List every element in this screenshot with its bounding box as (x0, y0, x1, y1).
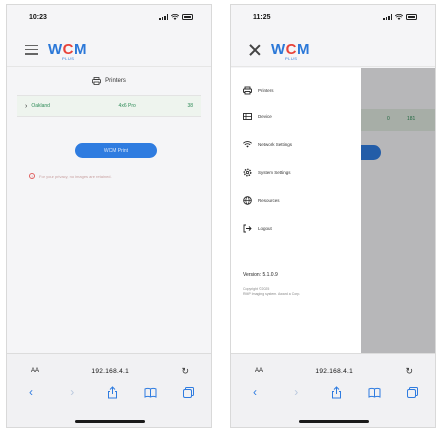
forward-icon[interactable]: › (288, 386, 304, 398)
forward-icon[interactable]: › (64, 386, 80, 398)
close-menu-icon[interactable] (249, 44, 261, 56)
chevron-right-icon: › (25, 102, 28, 110)
wcm-print-button[interactable]: WCM Print (75, 143, 157, 158)
navigation-drawer: Printers Device Network Settings System … (231, 68, 361, 353)
status-icons (159, 14, 193, 20)
tabs-icon[interactable] (406, 386, 419, 399)
gear-icon (243, 168, 252, 177)
tabs-icon[interactable] (182, 386, 195, 399)
reload-icon[interactable]: ↻ (181, 366, 189, 377)
status-time: 11:25 (253, 13, 271, 21)
browser-toolbar: AA 192.168.4.1 ↻ ‹ › (7, 353, 211, 427)
logout-icon (243, 224, 252, 233)
battery-icon (406, 14, 417, 20)
menu-item-printers[interactable]: Printers (243, 86, 274, 95)
text-size-button[interactable]: AA (31, 368, 39, 374)
printer-count: 38 (187, 103, 193, 109)
address-bar[interactable]: AA 192.168.4.1 ↻ (7, 364, 211, 378)
menu-item-system-settings[interactable]: System Settings (243, 168, 291, 177)
app-header: WCM PLUS (7, 33, 211, 67)
share-icon[interactable] (106, 385, 119, 399)
text-size-button[interactable]: AA (255, 368, 263, 374)
back-icon[interactable]: ‹ (247, 386, 263, 398)
menu-item-resources[interactable]: Resources (243, 196, 280, 205)
wifi-icon (243, 141, 252, 148)
wifi-icon (171, 14, 179, 20)
status-bar: 10:23 (7, 5, 211, 29)
app-header: WCM PLUS (231, 33, 435, 67)
copyright-text: Copyright ©2025 RMP Imaging system. Awar… (243, 287, 301, 296)
status-bar: 11:25 (231, 5, 435, 29)
bookmarks-icon[interactable] (144, 386, 157, 399)
cellular-signal-icon (159, 14, 168, 20)
printer-icon (92, 77, 102, 85)
version-label: Version: 5.1.0.9 (243, 272, 278, 278)
battery-icon (182, 14, 193, 20)
printer-list-row[interactable]: › Oakland 4x6 Pro 38 (17, 95, 201, 117)
bookmarks-icon[interactable] (368, 386, 381, 399)
hamburger-menu-icon[interactable] (25, 44, 38, 55)
browser-nav-row: ‹ › (7, 384, 211, 400)
printer-icon (243, 86, 252, 95)
printer-name: Oakland (31, 103, 50, 109)
menu-item-network-settings[interactable]: Network Settings (243, 140, 292, 149)
privacy-notice: ! For your privacy, no images are retain… (29, 173, 201, 179)
menu-item-logout[interactable]: Logout (243, 224, 272, 233)
back-icon[interactable]: ‹ (23, 386, 39, 398)
address-bar[interactable]: AA 192.168.4.1 ↻ (231, 364, 435, 378)
status-time: 10:23 (29, 13, 47, 21)
page-title: Printers (7, 77, 211, 85)
browser-nav-row: ‹ › (231, 384, 435, 400)
share-icon[interactable] (330, 385, 343, 399)
cellular-signal-icon (383, 14, 392, 20)
wifi-icon (395, 14, 403, 20)
browser-toolbar: AA 192.168.4.1 ↻ ‹ › (231, 353, 435, 427)
reload-icon[interactable]: ↻ (405, 366, 413, 377)
status-icons (383, 14, 417, 20)
device-icon (243, 113, 252, 120)
url-text[interactable]: 192.168.4.1 (91, 368, 129, 375)
menu-item-device[interactable]: Device (243, 112, 272, 121)
home-indicator (299, 420, 369, 423)
info-icon: ! (29, 173, 35, 179)
phone-screen-printers: 10:23 WCM PLUS Printers › Oakland 4x6 Pr… (6, 4, 212, 428)
globe-icon (243, 196, 252, 205)
phone-screen-menu-open: 11:25 WCM PLUS 0 181 Printers Device Net… (230, 4, 436, 428)
wcm-plus-logo: WCM PLUS (48, 40, 88, 61)
home-indicator (75, 420, 145, 423)
wcm-plus-logo: WCM PLUS (271, 40, 311, 61)
url-text[interactable]: 192.168.4.1 (315, 368, 353, 375)
printer-model: 4x6 Pro (118, 103, 136, 109)
